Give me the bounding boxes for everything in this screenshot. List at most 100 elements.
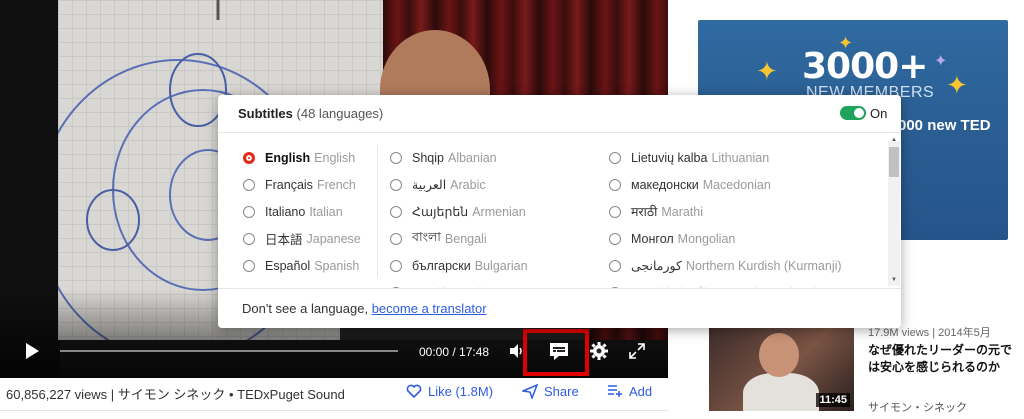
radio-checked-icon[interactable] <box>243 151 255 164</box>
add-label: Add <box>629 383 653 399</box>
language-option[interactable]: Italiano Italian <box>243 198 383 225</box>
like-label: Like (1.8M) <box>428 383 494 399</box>
language-native-name: العربية <box>412 178 447 192</box>
divider <box>218 132 901 133</box>
duration-badge: 11:45 <box>816 393 850 407</box>
language-option[interactable]: मराठी Marathi <box>609 198 879 225</box>
language-english-name: Lithuanian <box>711 150 770 165</box>
banner-headline: 3000+ <box>802 46 928 87</box>
radio-icon[interactable] <box>243 205 255 218</box>
language-native-name: македонски <box>631 177 699 192</box>
divider <box>218 288 901 289</box>
column-divider <box>377 145 378 277</box>
language-option[interactable]: Монгол Mongolian <box>609 225 879 252</box>
subtitles-button-highlight <box>523 329 589 376</box>
video-meta-line: 60,856,227 views | サイモン シネック • TEDxPuget… <box>6 387 345 402</box>
language-option[interactable]: Norsk bokmålNorwegian Bokmal <box>609 279 879 288</box>
share-button[interactable]: Share <box>522 383 579 399</box>
popup-title: Subtitles <box>238 106 293 121</box>
share-icon <box>522 383 538 399</box>
language-option[interactable]: Lietuvių kalba Lithuanian <box>609 144 879 171</box>
like-button[interactable]: Like (1.8M) <box>406 383 493 399</box>
fullscreen-icon <box>629 343 645 359</box>
language-english-name: Albanian <box>447 150 497 165</box>
language-english-name: Macedonian <box>702 177 771 192</box>
language-option[interactable]: کورمانجی Northern Kurdish (Kurmanji) <box>609 252 879 279</box>
related-title[interactable]: なぜ優れたリーダーの元では安心を感じられるのか <box>868 342 1018 376</box>
language-column-2: Shqip Albanian العربية Arabic Հայերեն Armenia… <box>390 144 600 288</box>
footer-text: Don't see a language, <box>242 301 369 316</box>
language-native-name: বাংলা <box>412 229 441 244</box>
radio-icon[interactable] <box>390 151 402 164</box>
popup-header: Subtitles (48 languages) <box>238 106 383 121</box>
progress-bar[interactable] <box>60 350 398 352</box>
language-native-name: Español <box>265 258 311 273</box>
language-option[interactable]: 日本語 Japanese <box>243 225 383 252</box>
language-option[interactable]: العربية Arabic <box>390 171 600 198</box>
language-native-name: Lietuvių kalba <box>631 150 708 165</box>
page: 00:00 / 17:48 60,856,227 views | サイモン シネ… <box>0 0 1024 419</box>
radio-icon[interactable] <box>390 205 402 218</box>
radio-icon[interactable] <box>609 205 621 218</box>
language-english-name: Marathi <box>661 204 704 219</box>
play-button[interactable] <box>24 342 40 360</box>
radio-icon[interactable] <box>243 259 255 272</box>
language-native-name: Монгол <box>631 231 674 246</box>
scrollbar-thumb[interactable] <box>889 147 899 177</box>
language-option[interactable]: Հայերեն Armenian <box>390 198 600 225</box>
language-english-name: Italian <box>309 204 343 219</box>
radio-icon[interactable] <box>390 232 402 245</box>
scroll-down-arrow-icon[interactable]: ▼ <box>891 277 897 283</box>
language-native-name: 日本語 <box>265 233 303 247</box>
language-option[interactable]: Español Spanish <box>243 252 383 279</box>
star-icon: ✦ <box>946 70 968 100</box>
language-option[interactable]: বাংলা Bengali <box>390 225 600 252</box>
language-english-name: Bulgarian <box>474 258 528 273</box>
language-english-name: English <box>314 150 356 165</box>
language-native-name: български <box>412 258 471 273</box>
popup-footer: Don't see a language, become a translato… <box>242 301 487 316</box>
language-native-name: Shqip <box>412 150 444 165</box>
radio-icon[interactable] <box>390 178 402 191</box>
add-button[interactable]: Add <box>607 383 652 399</box>
language-english-name: Northern Kurdish (Kurmanji) <box>685 258 842 273</box>
subtitles-toggle[interactable] <box>840 106 866 120</box>
language-option[interactable]: Shqip Albanian <box>390 144 600 171</box>
thumbnail-speaker-head <box>759 333 799 377</box>
language-count: (48 languages) <box>296 106 384 121</box>
banner-text: 000 new TED <box>898 117 991 134</box>
related-thumbnail[interactable]: 11:45 <box>709 319 854 411</box>
language-option[interactable]: български Bulgarian <box>390 252 600 279</box>
scroll-up-arrow-icon[interactable]: ▲ <box>891 137 897 143</box>
language-english-name: Bengali <box>444 231 487 246</box>
language-native-name: Italiano <box>265 204 306 219</box>
language-option[interactable]: македонски Macedonian <box>609 171 879 198</box>
radio-icon[interactable] <box>609 178 621 191</box>
radio-icon[interactable] <box>609 232 621 245</box>
heart-icon <box>406 384 422 399</box>
language-native-name: کورمانجی <box>631 259 682 273</box>
language-english-name: Armenian <box>472 204 526 219</box>
star-icon: ✦ <box>756 56 778 86</box>
language-native-name: Հայերեն <box>412 205 469 219</box>
language-english-name: Japanese <box>306 231 361 246</box>
radio-icon[interactable] <box>390 259 402 272</box>
radio-icon[interactable] <box>609 151 621 164</box>
add-to-list-icon <box>608 385 622 397</box>
language-option[interactable]: CatalàCatalan <box>390 279 600 288</box>
language-column-1: English English Français French Italiano Ital… <box>243 144 383 288</box>
related-speaker[interactable]: サイモン・シネック <box>868 399 967 415</box>
fullscreen-button[interactable] <box>628 342 646 360</box>
language-option[interactable]: English English <box>243 144 383 171</box>
star-icon: ✦ <box>934 53 948 70</box>
language-native-name: मराठी <box>631 205 658 219</box>
radio-icon[interactable] <box>609 259 621 272</box>
language-english-name: Mongolian <box>677 231 736 246</box>
language-english-name: French <box>316 177 356 192</box>
language-option[interactable]: Français French <box>243 171 383 198</box>
radio-icon[interactable] <box>243 232 255 245</box>
become-translator-link[interactable]: become a translator <box>372 301 487 316</box>
toggle-label: On <box>870 106 888 121</box>
settings-button[interactable] <box>589 341 609 361</box>
radio-icon[interactable] <box>243 178 255 191</box>
